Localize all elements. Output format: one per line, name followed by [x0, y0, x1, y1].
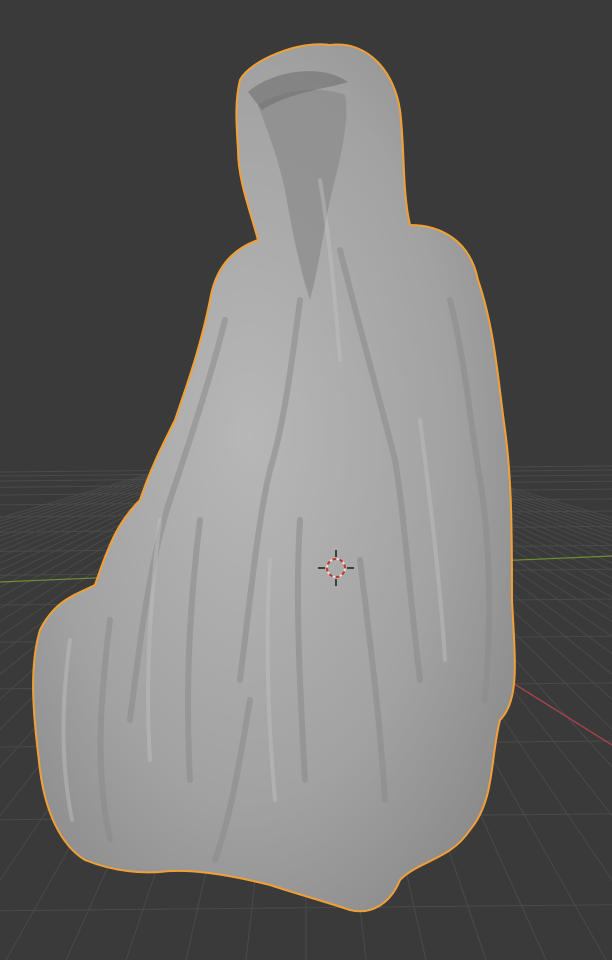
3d-viewport[interactable] — [0, 0, 612, 960]
viewport-canvas[interactable] — [0, 0, 612, 960]
